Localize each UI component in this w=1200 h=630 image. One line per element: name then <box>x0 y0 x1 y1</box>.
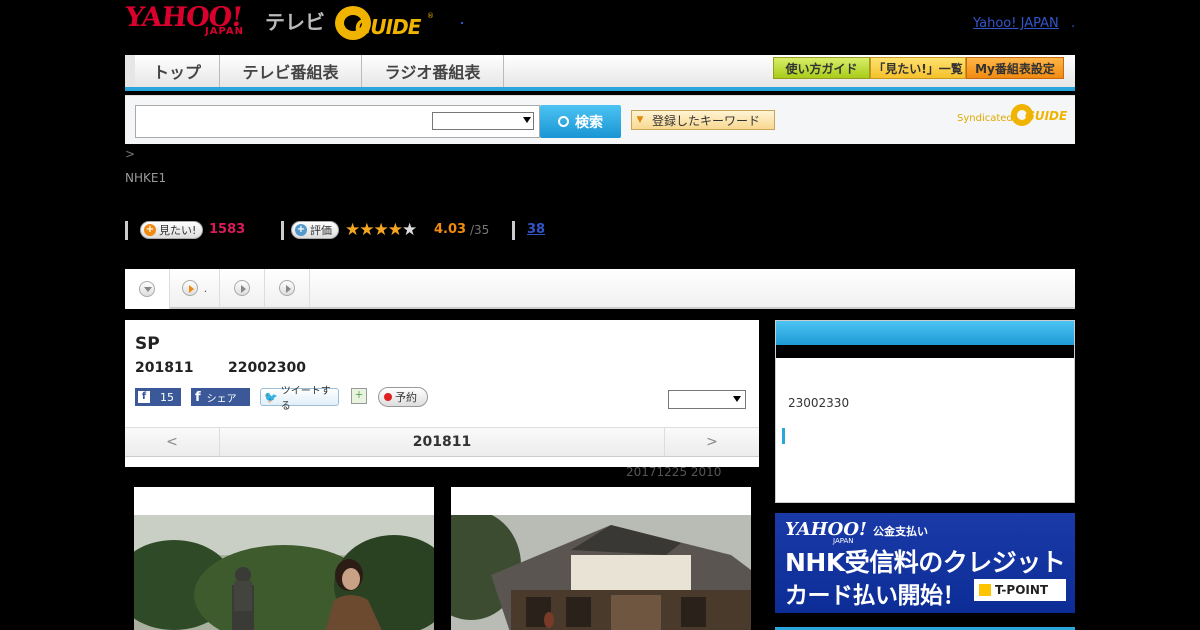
program-panel: SP 201811 22002300 f 15 f シェア 🐦 ツイートする ＋… <box>125 320 759 467</box>
program-date: 201811 <box>135 360 194 376</box>
search-icon <box>558 116 569 127</box>
my-schedule-settings-button[interactable]: My番組表設定 <box>966 57 1064 79</box>
facebook-icon: f <box>138 391 150 403</box>
search-scope-select[interactable] <box>432 112 534 130</box>
tab-fourth[interactable] <box>265 269 310 307</box>
record-icon <box>384 393 392 401</box>
program-tabs: . <box>125 269 1075 309</box>
registered-mark: ® <box>427 12 434 20</box>
facebook-like-count-value: 15 <box>160 390 174 404</box>
nhk-payment-banner[interactable]: YAHOO! JAPAN 公金支払い NHK受信料のクレジット カード払い開始！… <box>775 513 1075 613</box>
next-day-button[interactable]: > <box>664 428 759 456</box>
banner-yahoo-logo: YAHOO! <box>785 519 867 540</box>
registered-keywords-label: 登録したキーワード <box>652 113 761 128</box>
facebook-share-label: シェア <box>206 393 237 405</box>
divider <box>125 221 128 240</box>
header-extra-link[interactable]: . <box>1071 16 1075 31</box>
rating-stars: ★★★★★ <box>345 220 417 240</box>
channel-name: NHKE1 <box>125 171 167 185</box>
rating-score: 4.03 <box>434 222 467 237</box>
header-dot <box>461 22 463 24</box>
chevron-down-icon <box>523 117 531 123</box>
tv-logo-text[interactable]: テレビ <box>265 6 325 35</box>
facebook-like-count[interactable]: f 15 <box>135 388 181 406</box>
facebook-icon: f <box>195 389 201 405</box>
search-button[interactable]: 検索 <box>540 105 621 138</box>
rate-button-label: 評価 <box>310 224 332 237</box>
syndicated-gguide-logo: GUIDE <box>1011 104 1067 126</box>
filled-stars: ★★★★ <box>345 220 403 240</box>
chevron-down-icon <box>139 281 155 297</box>
side-schedule-panel: 23002330 <box>775 320 1075 503</box>
usage-guide-button[interactable]: 使い方ガイド <box>773 57 870 79</box>
facebook-share-button[interactable]: f シェア <box>191 388 250 406</box>
tab-third[interactable] <box>220 269 265 307</box>
chevron-down-icon <box>733 396 741 402</box>
play-icon <box>279 280 295 296</box>
previous-day-button[interactable]: < <box>125 428 220 456</box>
registered-keywords-button[interactable]: ▼ 登録したキーワード <box>631 110 775 130</box>
tab-second-label: . <box>203 281 208 295</box>
yahoo-japan-logo-text: JAPAN <box>205 26 244 37</box>
banner-subtitle: 公金支払い <box>873 525 928 538</box>
page: YAHOO! JAPAN テレビ GUIDE ® Yahoo! JAPAN . … <box>0 0 1200 630</box>
breadcrumb[interactable]: > <box>125 147 135 161</box>
rating-total: /35 <box>470 223 490 237</box>
program-time: 22002300 <box>228 360 306 376</box>
tweet-button[interactable]: 🐦 ツイートする <box>260 386 339 412</box>
nav-tab-radio-schedule[interactable]: ラジオ番組表 <box>362 55 504 87</box>
banner-headline-1: NHK受信料のクレジット <box>785 548 1066 577</box>
tab-details[interactable] <box>125 269 170 309</box>
photo-statue-image <box>134 515 434 630</box>
side-marker <box>782 428 785 444</box>
add-calendar-icon[interactable]: ＋ <box>351 388 367 404</box>
play-icon <box>234 280 250 296</box>
next-program-time: 23002330 <box>788 396 850 410</box>
plus-icon: + <box>144 224 156 236</box>
gguide-logo-text: GUIDE <box>355 15 421 39</box>
main-nav: トップ テレビ番組表 ラジオ番組表 使い方ガイド 「見たい!」一覧 My番組表設… <box>125 55 1075 91</box>
program-title: SP <box>135 334 160 354</box>
twitter-bird-icon: 🐦 <box>264 390 278 404</box>
gguide-logo[interactable]: GUIDE ® <box>335 6 434 42</box>
reserve-button[interactable]: 予約 <box>378 387 428 407</box>
triangle-down-icon: ▼ <box>636 115 644 125</box>
tpoint-badge: T-POINT <box>974 579 1066 601</box>
side-panel-subheader <box>776 345 1074 358</box>
tab-second[interactable]: . <box>170 269 220 307</box>
empty-star-icon: ★ <box>401 220 417 240</box>
tweet-label: ツイートする <box>280 386 331 412</box>
plus-icon: + <box>295 224 307 236</box>
site-header: YAHOO! JAPAN テレビ GUIDE ® Yahoo! JAPAN . <box>123 0 1075 55</box>
search-bar: 検索 ▼ 登録したキーワード Syndicated GUIDE <box>125 95 1075 144</box>
nav-tab-tv-schedule[interactable]: テレビ番組表 <box>220 55 362 87</box>
tpoint-icon <box>979 584 991 596</box>
updated-timestamp: 20171225 2010 <box>626 465 722 479</box>
search-button-label: 検索 <box>575 114 603 131</box>
current-date: 201811 <box>412 434 472 450</box>
rate-button[interactable]: + 評価 <box>291 221 339 239</box>
reserve-label: 予約 <box>395 391 417 404</box>
play-icon <box>181 280 198 296</box>
date-navigation: < 201811 > <box>125 427 759 457</box>
program-select[interactable] <box>668 390 746 409</box>
divider <box>281 221 284 240</box>
program-photo-2[interactable] <box>451 487 751 630</box>
want-list-button[interactable]: 「見たい!」一覧 <box>870 57 966 79</box>
syndicated-logo-text: GUIDE <box>1025 109 1068 123</box>
photo-house-image <box>451 515 751 630</box>
program-photo-1[interactable] <box>134 487 434 630</box>
divider <box>512 221 515 240</box>
tpoint-label: T-POINT <box>995 583 1049 597</box>
side-panel-header <box>776 321 1074 345</box>
banner-headline-2: カード払い開始！ <box>785 583 966 609</box>
want-button-label: 見たい! <box>159 224 197 237</box>
program-stats: + 見たい! 1583 + 評価 ★★★★★ 4.03 /35 38 <box>125 220 1075 242</box>
yahoo-japan-link[interactable]: Yahoo! JAPAN <box>973 16 1059 31</box>
syndicated-label: Syndicated <box>957 113 1013 124</box>
nav-tab-top[interactable]: トップ <box>125 55 220 87</box>
want-count: 1583 <box>209 222 246 237</box>
want-button[interactable]: + 見たい! <box>140 221 204 239</box>
review-count-link[interactable]: 38 <box>527 222 545 237</box>
